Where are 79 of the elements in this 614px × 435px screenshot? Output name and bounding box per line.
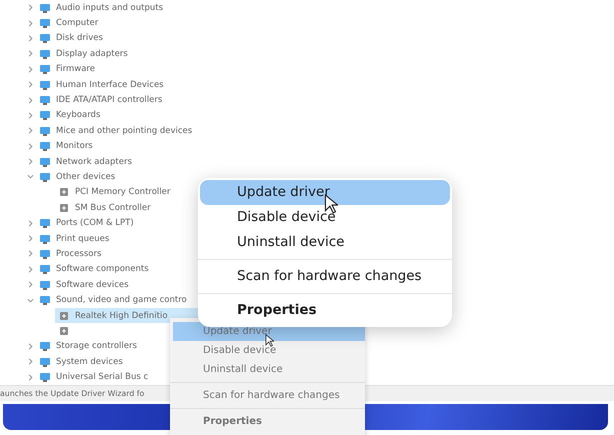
chevron-icon[interactable] (27, 281, 34, 288)
device-icon (39, 17, 51, 30)
tree-item[interactable]: Disk drives (56, 33, 103, 44)
tree-item[interactable]: Mice and other pointing devices (56, 126, 192, 136)
device-icon (58, 310, 70, 322)
device-icon (39, 48, 51, 60)
tree-item[interactable]: Audio inputs and outputs (56, 2, 164, 13)
menu-item[interactable]: Properties (200, 298, 450, 323)
device-icon (39, 140, 51, 152)
cursor-icon (265, 334, 274, 347)
tree-item[interactable]: Print queues (56, 234, 110, 244)
chevron-icon[interactable] (27, 220, 34, 227)
device-icon (39, 217, 51, 230)
device-icon (39, 2, 51, 14)
tree-item[interactable]: PCI Memory Controller (55, 184, 174, 200)
device-icon (39, 63, 51, 76)
tree-item[interactable]: Processors (56, 248, 102, 259)
tree-item[interactable]: Display adapters (56, 48, 128, 59)
device-icon (39, 32, 51, 44)
chevron-icon[interactable] (27, 296, 34, 304)
chevron-icon[interactable] (27, 266, 34, 273)
menu-item[interactable]: Uninstall device (173, 360, 365, 379)
device-icon (39, 294, 51, 306)
chevron-icon[interactable] (27, 112, 34, 119)
chevron-icon[interactable] (27, 66, 34, 73)
chevron-icon[interactable] (27, 235, 34, 242)
chevron-icon[interactable] (27, 374, 34, 381)
device-icon (58, 186, 70, 198)
menu-item[interactable]: Scan for hardware changes (200, 264, 450, 289)
tree-item[interactable]: IDE ATA/ATAPI controllers (56, 95, 162, 106)
chevron-icon[interactable] (27, 127, 34, 134)
device-icon (39, 263, 51, 276)
tree-item[interactable]: Computer (56, 18, 98, 28)
tree-item[interactable]: Software components (56, 264, 149, 274)
chevron-icon[interactable] (27, 173, 34, 180)
device-icon (39, 124, 51, 137)
tree-item[interactable]: Keyboards (56, 110, 100, 120)
tree-item[interactable]: Other devices (56, 172, 116, 182)
tree-item[interactable]: Monitors (56, 141, 93, 152)
tree-item[interactable]: SM Bus Controller (55, 200, 154, 216)
menu-item[interactable]: Disable device (200, 205, 450, 230)
device-icon (39, 356, 51, 368)
chevron-icon[interactable] (27, 34, 34, 42)
device-icon (39, 371, 51, 384)
tree-item[interactable]: Universal Serial Bus c (56, 372, 148, 382)
tree-item[interactable]: Human Interface Devices (56, 80, 164, 90)
chevron-icon[interactable] (27, 20, 34, 27)
chevron-icon[interactable] (27, 342, 34, 350)
device-icon (39, 156, 51, 168)
chevron-icon[interactable] (27, 4, 34, 12)
device-icon (39, 170, 51, 183)
menu-item[interactable]: Disable device (173, 341, 365, 360)
device-icon (39, 340, 51, 352)
tree-item[interactable]: Ports (COM & LPT) (56, 218, 134, 228)
tree-item[interactable]: Network adapters (56, 156, 132, 167)
device-icon (39, 232, 51, 245)
menu-item[interactable]: Properties (173, 412, 365, 431)
device-icon (39, 248, 51, 260)
tree-item[interactable]: Realtek High Definitio (55, 308, 201, 323)
device-icon (39, 94, 51, 106)
device-icon (58, 324, 70, 337)
tree-item[interactable]: Sound, video and game contro (56, 295, 187, 306)
chevron-icon[interactable] (27, 250, 34, 258)
chevron-icon[interactable] (27, 358, 34, 366)
tree-item[interactable]: Firmware (56, 64, 95, 74)
device-icon (58, 202, 70, 214)
chevron-icon[interactable] (27, 158, 34, 166)
chevron-icon[interactable] (27, 81, 34, 88)
tree-item[interactable]: System devices (56, 356, 123, 367)
device-icon (39, 278, 51, 291)
menu-item[interactable]: Uninstall device (200, 230, 450, 255)
tree-item[interactable]: Software devices (56, 280, 129, 290)
menu-item[interactable]: Update driver (200, 180, 450, 205)
chevron-icon[interactable] (27, 50, 34, 58)
tree-item[interactable]: Storage controllers (56, 341, 137, 352)
chevron-icon[interactable] (27, 142, 34, 150)
chevron-icon[interactable] (27, 96, 34, 104)
device-icon (39, 109, 51, 122)
device-icon (39, 78, 51, 91)
